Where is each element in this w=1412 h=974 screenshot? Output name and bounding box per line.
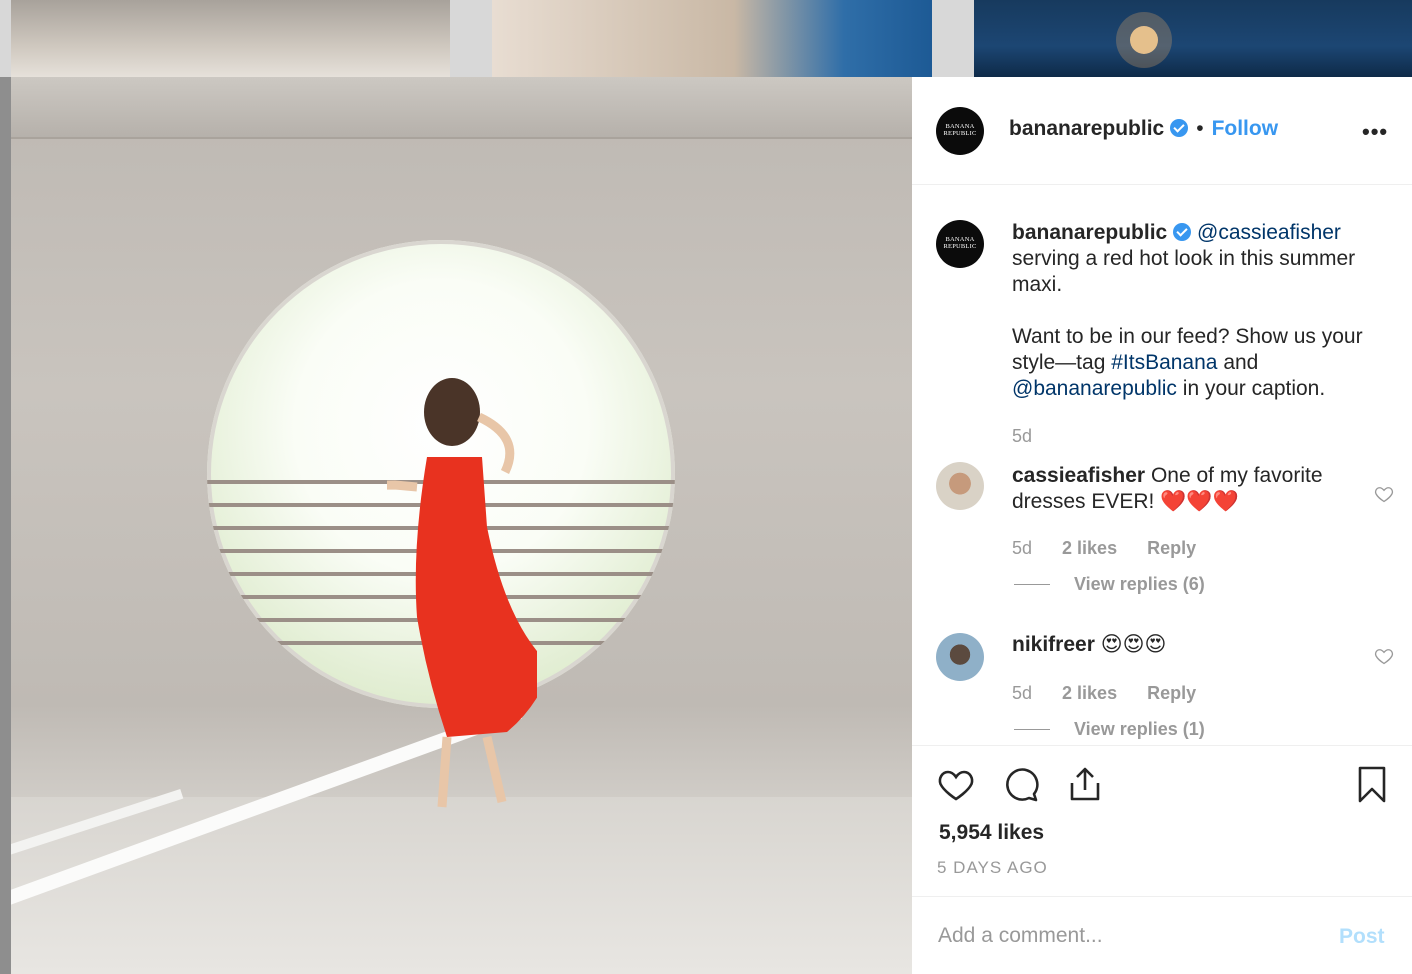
comment-username[interactable]: cassieafisher (1012, 464, 1145, 487)
logo-text: BANANA REPUBLIC (943, 123, 977, 137)
comment: nikifreer 😍😍😍 (1012, 632, 1372, 658)
verified-badge-icon (1170, 119, 1189, 137)
comment-bubble-icon[interactable] (1001, 765, 1041, 805)
view-replies-line (1014, 729, 1050, 730)
comment-meta: 5d 2 likes Reply (1012, 538, 1196, 559)
caption: bananarepublic @cassieafisher serving a … (1012, 220, 1382, 402)
hashtag-link[interactable]: #ItsBanana (1111, 351, 1217, 374)
logo-text: BANANA REPUBLIC (943, 236, 977, 250)
caption-text: and (1217, 351, 1259, 374)
reply-button[interactable]: Reply (1147, 538, 1196, 558)
caption-username[interactable]: bananarepublic (1012, 221, 1167, 244)
woman-in-red-dress (387, 378, 537, 808)
caption-text: in your caption. (1176, 377, 1326, 400)
action-bar: 5,954 likes 5 DAYS AGO (912, 747, 1412, 897)
view-replies-button[interactable]: View replies (6) (1074, 574, 1205, 595)
comment-meta: 5d 2 likes Reply (1012, 683, 1196, 704)
overlay-backdrop[interactable] (0, 77, 11, 974)
more-options-icon[interactable]: ••• (1362, 119, 1388, 145)
caption-time[interactable]: 5d (1012, 426, 1032, 447)
author-avatar[interactable]: BANANA REPUBLIC (936, 107, 984, 155)
comment-username[interactable]: nikifreer (1012, 633, 1095, 656)
post-header: BANANA REPUBLIC bananarepublic • Follow ••… (912, 77, 1412, 185)
commenter-avatar[interactable] (936, 462, 984, 510)
concrete-beam (11, 77, 912, 139)
comment: cassieafisher One of my favorite dresses… (1012, 463, 1372, 515)
add-comment-bar: Post (912, 898, 1412, 974)
like-heart-icon[interactable] (936, 765, 976, 805)
verified-badge-icon (1173, 223, 1192, 241)
thumbnail-strip (0, 0, 1412, 77)
mention-link[interactable]: @bananarepublic (1012, 377, 1177, 400)
commenter-avatar[interactable] (936, 633, 984, 681)
mention-link[interactable]: @cassieafisher (1197, 221, 1341, 244)
caption-avatar[interactable]: BANANA REPUBLIC (936, 220, 984, 268)
grid-thumbnail[interactable] (492, 0, 932, 77)
view-replies-line (1014, 584, 1050, 585)
post-detail-panel: BANANA REPUBLIC bananarepublic • Follow ••… (912, 77, 1412, 974)
comment-likes[interactable]: 2 likes (1062, 538, 1117, 558)
reply-button[interactable]: Reply (1147, 683, 1196, 703)
like-comment-heart-icon[interactable] (1374, 646, 1394, 666)
comment-input[interactable] (938, 918, 1318, 954)
post-timestamp[interactable]: 5 DAYS AGO (937, 858, 1048, 878)
comment-time[interactable]: 5d (1012, 538, 1032, 558)
like-comment-heart-icon[interactable] (1374, 484, 1394, 504)
post-comment-button[interactable]: Post (1339, 925, 1385, 949)
author-username[interactable]: bananarepublic (1009, 117, 1164, 140)
grid-thumbnail[interactable] (974, 0, 1412, 77)
separator-dot: • (1196, 117, 1204, 140)
save-bookmark-icon[interactable] (1352, 765, 1392, 805)
share-icon[interactable] (1065, 765, 1105, 805)
caption-text: serving a red hot look in this summer ma… (1012, 247, 1356, 296)
sparkler-image (1116, 12, 1172, 68)
grid-thumbnail[interactable] (11, 0, 450, 77)
comment-likes[interactable]: 2 likes (1062, 683, 1117, 703)
like-count[interactable]: 5,954 likes (939, 821, 1044, 845)
comment-time[interactable]: 5d (1012, 683, 1032, 703)
comment-text: 😍😍😍 (1100, 633, 1167, 656)
view-replies-button[interactable]: View replies (1) (1074, 719, 1205, 740)
post-image[interactable] (11, 77, 912, 974)
follow-button[interactable]: Follow (1212, 117, 1279, 140)
author-line: bananarepublic • Follow (1009, 117, 1278, 141)
comments-section[interactable]: BANANA REPUBLIC bananarepublic @cassieaf… (912, 186, 1412, 746)
